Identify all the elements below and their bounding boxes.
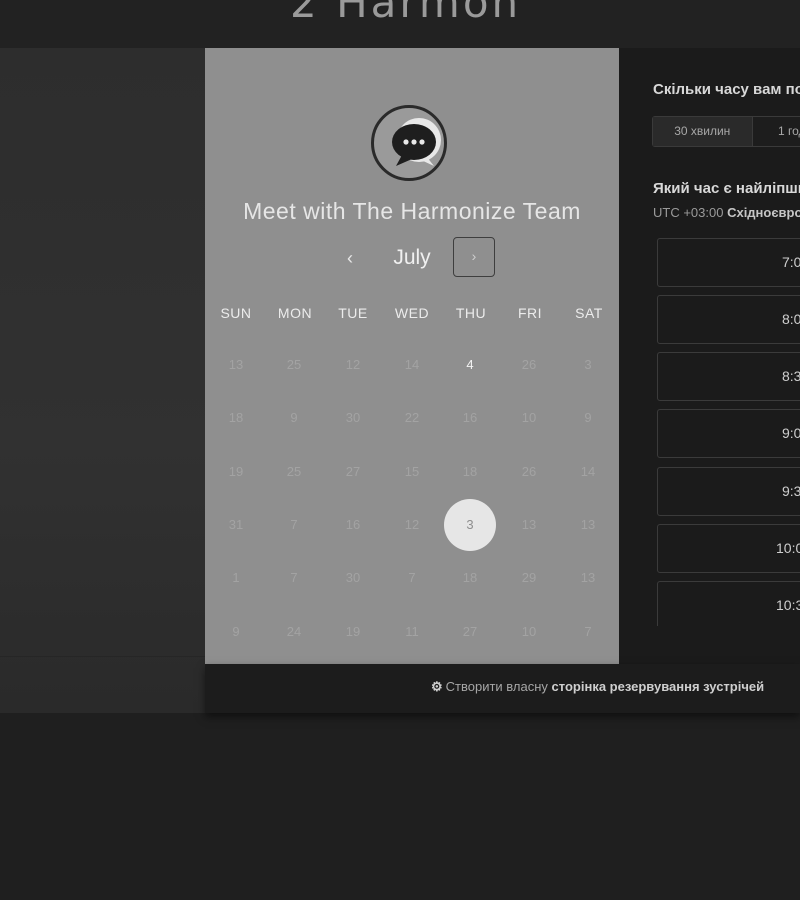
footer-prefix: Створити власну bbox=[445, 679, 548, 694]
calendar-day: 26 bbox=[521, 464, 537, 479]
calendar-day: 3 bbox=[584, 357, 592, 372]
time-slot-label: 10:00 bbox=[776, 540, 800, 556]
weekday-wed: WED bbox=[394, 305, 430, 321]
weekday-sun: SUN bbox=[220, 305, 252, 321]
footer-bar: ⚙ Створити власну сторінка резервування з… bbox=[205, 664, 800, 713]
weekday-fri: FRI bbox=[517, 305, 543, 321]
sprocket-icon: ⚙ bbox=[431, 679, 443, 694]
weekday-thu: THU bbox=[455, 305, 487, 321]
time-slot-label: 10:30 bbox=[776, 597, 800, 613]
calendar-day: 9 bbox=[232, 624, 240, 639]
month-label: July bbox=[393, 246, 431, 269]
calendar-day: 15 bbox=[404, 464, 420, 479]
calendar-day: 14 bbox=[404, 357, 420, 372]
time-slot-label: 9:30 bbox=[782, 483, 800, 499]
calendar-day: 7 bbox=[408, 570, 416, 585]
time-slot[interactable]: 8:30 bbox=[657, 352, 800, 401]
time-slot[interactable]: 10:30 bbox=[657, 581, 800, 626]
weekday-sat: SAT bbox=[575, 305, 603, 321]
footer-link-text: сторінка резервування зустрічей bbox=[551, 679, 765, 694]
calendar-day: 7 bbox=[290, 570, 298, 585]
calendar-day: 13 bbox=[228, 357, 244, 372]
calendar-day: 18 bbox=[462, 570, 478, 585]
calendar-day: 10 bbox=[521, 624, 537, 639]
calendar-day: 16 bbox=[345, 517, 361, 532]
calendar-day-selected[interactable]: 3 bbox=[444, 499, 496, 551]
calendar-day: 29 bbox=[521, 570, 537, 585]
time-slot-label: 8:30 bbox=[782, 368, 800, 384]
time-slot[interactable]: 8:00 bbox=[657, 295, 800, 344]
calendar-day: 11 bbox=[405, 624, 419, 639]
time-slot[interactable]: 7:00 bbox=[657, 238, 800, 287]
calendar-day: 19 bbox=[228, 464, 244, 479]
calendar-day: 10 bbox=[521, 410, 537, 425]
site-header: 2 Harmon bbox=[0, 0, 800, 48]
chevron-left-icon[interactable]: ‹ bbox=[336, 244, 364, 272]
page-background-left bbox=[0, 48, 205, 713]
time-slot[interactable]: 9:30 bbox=[657, 467, 800, 516]
calendar-day: 7 bbox=[584, 624, 592, 639]
calendar-day: 12 bbox=[404, 517, 420, 532]
avatar bbox=[371, 105, 447, 181]
calendar-day: 13 bbox=[580, 570, 596, 585]
timezone-name: Східноєвропейський час bbox=[727, 205, 800, 220]
site-logo: 2 Harmon bbox=[290, 0, 522, 27]
duration-option-30[interactable]: 30 хвилин bbox=[653, 117, 753, 146]
calendar-day: 13 bbox=[580, 517, 596, 532]
time-slot-label: 8:00 bbox=[782, 311, 800, 327]
calendar-day: 12 bbox=[345, 357, 361, 372]
calendar-day: 19 bbox=[345, 624, 361, 639]
calendar-day: 31 bbox=[228, 517, 244, 532]
calendar-day: 7 bbox=[290, 517, 298, 532]
duration-selector: 30 хвилин 1 година bbox=[652, 116, 800, 147]
calendar-day: 1 bbox=[232, 570, 240, 585]
divider bbox=[0, 656, 205, 657]
calendar-day: 24 bbox=[286, 624, 302, 639]
time-question: Який час є найліпшим? bbox=[653, 180, 800, 197]
timezone-offset: UTC +03:00 bbox=[653, 205, 724, 220]
time-slot-list: 7:00 8:00 8:30 9:00 9:30 10:00 10:30 bbox=[619, 236, 800, 626]
time-slot[interactable]: 9:00 bbox=[657, 409, 800, 458]
calendar-day: 27 bbox=[345, 464, 361, 479]
calendar-day: 26 bbox=[521, 357, 537, 372]
calendar-day: 25 bbox=[286, 464, 302, 479]
meeting-title: Meet with The Harmonize Team bbox=[243, 198, 581, 224]
calendar-day[interactable]: 4 bbox=[443, 350, 497, 380]
time-slot-label: 7:00 bbox=[782, 254, 800, 270]
calendar-day: 27 bbox=[462, 624, 478, 639]
duration-question: Скільки часу вам потрібно? bbox=[653, 81, 800, 98]
calendar-day: 13 bbox=[521, 517, 537, 532]
calendar-day: 25 bbox=[286, 357, 302, 372]
timezone-label: UTC +03:00 Східноєвропейський час bbox=[653, 205, 800, 220]
time-slot[interactable]: 10:00 bbox=[657, 524, 800, 573]
create-booking-page-link[interactable]: ⚙ Створити власну сторінка резервування з… bbox=[431, 679, 764, 695]
chevron-right-icon[interactable]: › bbox=[453, 237, 495, 277]
calendar-day: 18 bbox=[228, 410, 244, 425]
booking-panel: Скільки часу вам потрібно? 30 хвилин 1 г… bbox=[619, 48, 800, 664]
calendar-day: 30 bbox=[345, 570, 361, 585]
calendar-day: 9 bbox=[584, 410, 592, 425]
time-slot-label: 9:00 bbox=[782, 425, 800, 441]
time-question-text: Який час є найліпшим? bbox=[653, 180, 800, 197]
chat-bubble-icon bbox=[392, 118, 441, 166]
calendar-day: 16 bbox=[462, 410, 478, 425]
page-background-bottom bbox=[0, 713, 800, 900]
weekday-mon: MON bbox=[277, 305, 313, 321]
duration-option-60[interactable]: 1 година bbox=[752, 117, 800, 146]
calendar-day: 22 bbox=[404, 410, 420, 425]
calendar-day: 14 bbox=[580, 464, 596, 479]
calendar-day: 9 bbox=[290, 410, 298, 425]
weekday-tue: TUE bbox=[338, 305, 368, 321]
calendar-day: 18 bbox=[462, 464, 478, 479]
calendar-panel: Meet with The Harmonize Team ‹ July › SU… bbox=[205, 48, 619, 664]
calendar-day: 30 bbox=[345, 410, 361, 425]
